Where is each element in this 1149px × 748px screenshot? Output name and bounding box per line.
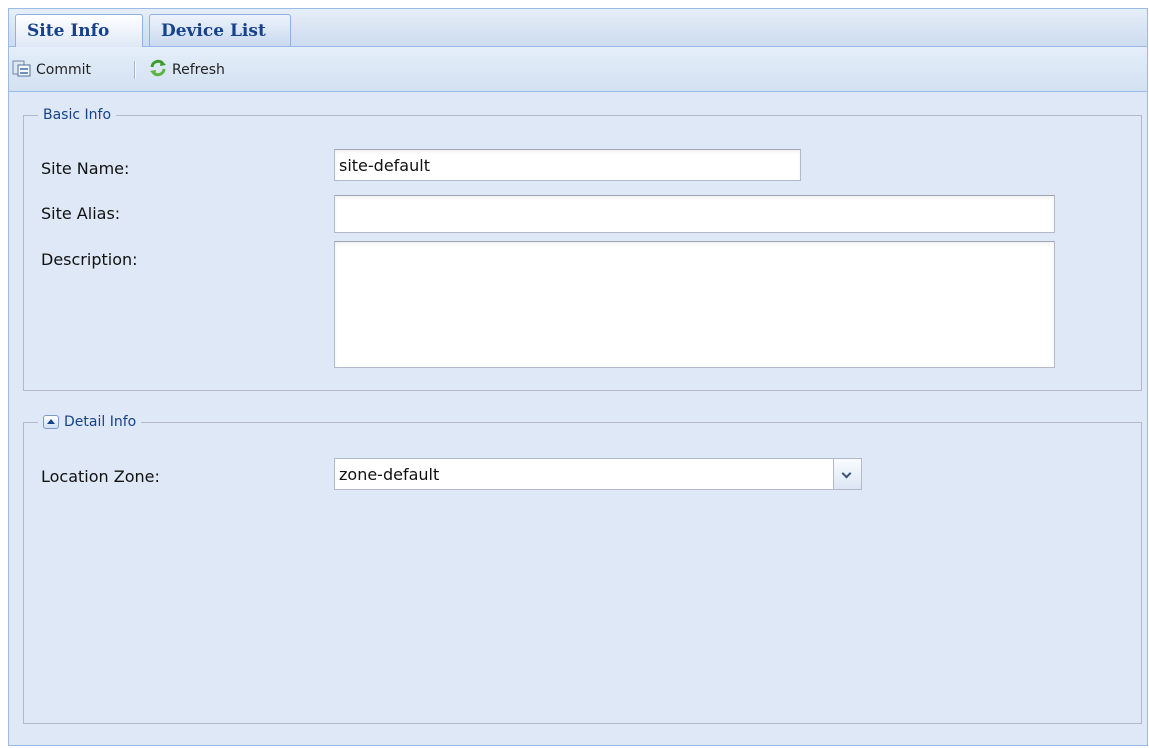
site-name-input[interactable]	[334, 149, 801, 181]
refresh-label: Refresh	[172, 62, 225, 78]
basic-info-title: Basic Info	[43, 107, 112, 123]
refresh-button[interactable]: Refresh	[148, 59, 225, 81]
basic-info-fieldset: Basic Info Site Name: Site Alias: Descri…	[23, 106, 1142, 391]
commit-label: Commit	[36, 62, 91, 78]
tab-site-info[interactable]: Site Info	[15, 14, 143, 47]
collapse-icon[interactable]	[43, 415, 59, 429]
detail-info-fieldset: Detail Info Location Zone: zone-default	[23, 413, 1142, 724]
site-name-label: Site Name:	[41, 159, 130, 178]
basic-info-legend: Basic Info	[38, 106, 117, 124]
site-alias-input[interactable]	[334, 195, 1055, 233]
site-alias-label: Site Alias:	[41, 204, 121, 223]
detail-info-title: Detail Info	[64, 414, 137, 430]
commit-button[interactable]: Commit	[12, 59, 91, 81]
refresh-icon	[148, 59, 172, 81]
site-panel: Site Info Device List Commit Refresh Bas…	[8, 8, 1148, 746]
tab-strip: Site Info Device List	[9, 9, 1147, 47]
chevron-down-icon[interactable]	[833, 458, 862, 490]
location-zone-value: zone-default	[339, 464, 440, 484]
commit-icon	[12, 59, 36, 81]
description-label: Description:	[41, 250, 138, 269]
description-textarea[interactable]	[334, 241, 1055, 368]
toolbar-separator	[134, 61, 136, 79]
tab-device-list[interactable]: Device List	[149, 14, 291, 46]
toolbar: Commit Refresh	[9, 47, 1147, 92]
detail-info-legend: Detail Info	[38, 413, 142, 431]
location-zone-select[interactable]: zone-default	[334, 458, 862, 490]
location-zone-label: Location Zone:	[41, 467, 160, 486]
